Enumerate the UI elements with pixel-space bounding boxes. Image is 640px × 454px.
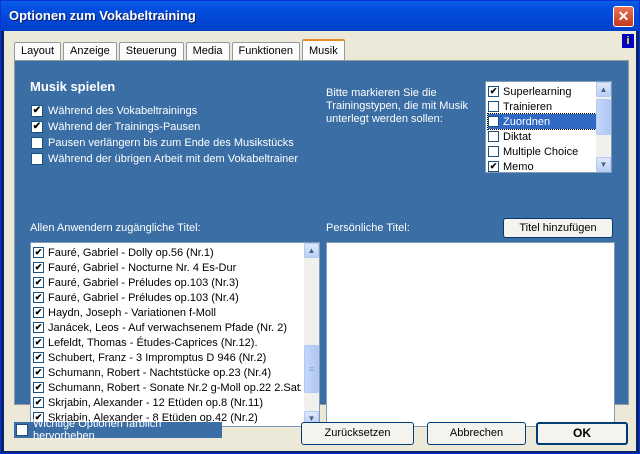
tab-steuerung[interactable]: Steuerung bbox=[118, 42, 184, 60]
cancel-button[interactable]: Abbrechen bbox=[427, 422, 526, 445]
training-types-scrollbar[interactable]: ▲ ▼ bbox=[596, 82, 611, 172]
checkbox[interactable] bbox=[488, 146, 499, 157]
title-label: Schubert, Franz - 3 Impromptus D 946 (Nr… bbox=[48, 351, 267, 364]
list-item[interactable]: ✔ Fauré, Gabriel - Préludes op.103 (Nr.4) bbox=[33, 290, 301, 305]
all-titles-label: Allen Anwendern zugängliche Titel: bbox=[30, 222, 201, 234]
option-label: Während der übrigen Arbeit mit dem Vokab… bbox=[48, 153, 299, 165]
option-label: Pausen verlängern bis zum Ende des Musik… bbox=[48, 137, 294, 149]
checkbox[interactable]: ✔ bbox=[33, 322, 44, 333]
list-item[interactable]: ✔ Janácek, Leos - Auf verwachsenem Pfade … bbox=[33, 320, 301, 335]
dialog-client-area: Layout Anzeige Steuerung Media Funktione… bbox=[4, 31, 636, 451]
title-label: Skrjabin, Alexander - 12 Etüden op.8 (Nr… bbox=[48, 396, 264, 409]
checkbox[interactable]: ✔ bbox=[33, 307, 44, 318]
tab-media[interactable]: Media bbox=[185, 42, 230, 60]
checkbox[interactable] bbox=[31, 137, 43, 149]
checkbox[interactable]: ✔ bbox=[33, 337, 44, 348]
checkbox[interactable]: ✔ bbox=[33, 397, 44, 408]
title-label: Fauré, Gabriel - Préludes op.103 (Nr.4) bbox=[48, 291, 239, 304]
list-item[interactable]: ✔ Fauré, Gabriel - Préludes op.103 (Nr.3) bbox=[33, 275, 301, 290]
checkbox[interactable]: ✔ bbox=[33, 277, 44, 288]
checkbox[interactable] bbox=[16, 424, 28, 436]
item-label: Superlearning bbox=[503, 85, 572, 98]
scroll-thumb[interactable]: ≡ bbox=[304, 345, 319, 393]
checkbox[interactable]: ✔ bbox=[31, 121, 43, 133]
checkbox[interactable]: ✔ bbox=[33, 352, 44, 363]
music-tab-panel: Musik spielen ✔ Während des Vokabeltrain… bbox=[14, 60, 629, 427]
tab-funktionen[interactable]: Funktionen bbox=[231, 42, 300, 60]
checkbox[interactable]: ✔ bbox=[33, 292, 44, 303]
scroll-down-button[interactable]: ▼ bbox=[596, 157, 611, 172]
title-label: Schumann, Robert - Sonate Nr.2 g-Moll op… bbox=[48, 381, 301, 394]
checkbox[interactable]: ✔ bbox=[33, 247, 44, 258]
tab-layout[interactable]: Layout bbox=[14, 42, 62, 60]
title-label: Fauré, Gabriel - Préludes op.103 (Nr.3) bbox=[48, 276, 239, 289]
option-label: Während der Trainings-Pausen bbox=[48, 121, 201, 133]
options-dialog: Optionen zum Vokabeltraining ✕ Layout An… bbox=[0, 0, 640, 454]
checkbox[interactable]: ✔ bbox=[488, 86, 499, 97]
item-label: Multiple Choice bbox=[503, 145, 579, 158]
highlight-options-toggle[interactable]: Wichtige Optionen farblich hervorheben bbox=[14, 418, 222, 442]
item-label: Diktat bbox=[503, 130, 532, 143]
option-label: Während des Vokabeltrainings bbox=[48, 105, 198, 117]
item-label: Memo bbox=[503, 160, 534, 173]
list-item[interactable]: ✔ Fauré, Gabriel - Dolly op.56 (Nr.1) bbox=[33, 245, 301, 260]
title-bar[interactable]: Optionen zum Vokabeltraining ✕ bbox=[1, 1, 639, 31]
info-icon[interactable]: i bbox=[622, 34, 634, 48]
highlight-options-label: Wichtige Optionen farblich hervorheben bbox=[33, 418, 162, 442]
scroll-up-button[interactable]: ▲ bbox=[304, 243, 319, 258]
tab-anzeige[interactable]: Anzeige bbox=[63, 42, 117, 60]
option-during-training[interactable]: ✔ Während des Vokabeltrainings bbox=[31, 104, 197, 118]
scroll-thumb[interactable] bbox=[596, 99, 611, 135]
checkbox[interactable]: ✔ bbox=[33, 367, 44, 378]
title-label: Fauré, Gabriel - Dolly op.56 (Nr.1) bbox=[48, 246, 214, 259]
checkbox[interactable]: ✔ bbox=[33, 262, 44, 273]
scroll-up-button[interactable]: ▲ bbox=[596, 82, 611, 97]
checkbox[interactable]: ✔ bbox=[488, 161, 499, 172]
personal-titles-label: Persönliche Titel: bbox=[326, 222, 410, 234]
list-item[interactable]: Zuordnen bbox=[487, 113, 597, 130]
checkbox[interactable] bbox=[31, 153, 43, 165]
personal-titles-list[interactable] bbox=[326, 242, 615, 427]
list-item[interactable]: Trainieren bbox=[488, 99, 596, 114]
list-item[interactable]: ✔ Fauré, Gabriel - Nocturne Nr. 4 Es-Dur bbox=[33, 260, 301, 275]
checkbox[interactable]: ✔ bbox=[33, 382, 44, 393]
tab-strip: Layout Anzeige Steuerung Media Funktione… bbox=[14, 39, 347, 60]
option-during-pauses[interactable]: ✔ Während der Trainings-Pausen bbox=[31, 120, 200, 134]
title-label: Lefeldt, Thomas - Études-Caprices (Nr.12… bbox=[48, 336, 258, 349]
ok-button[interactable]: OK bbox=[536, 422, 628, 445]
checkbox[interactable] bbox=[488, 131, 499, 142]
list-item[interactable]: ✔ Schumann, Robert - Sonate Nr.2 g-Moll o… bbox=[33, 380, 301, 395]
list-item[interactable]: Diktat bbox=[488, 129, 596, 144]
item-label: Trainieren bbox=[503, 100, 553, 113]
list-item[interactable]: ✔ Haydn, Joseph - Variationen f-Moll bbox=[33, 305, 301, 320]
list-item[interactable]: ✔ Schubert, Franz - 3 Impromptus D 946 (N… bbox=[33, 350, 301, 365]
training-types-hint: Bitte markieren Sie die Trainingstypen, … bbox=[326, 87, 469, 125]
title-label: Fauré, Gabriel - Nocturne Nr. 4 Es-Dur bbox=[48, 261, 237, 274]
list-item[interactable]: ✔ Superlearning bbox=[488, 84, 596, 99]
title-label: Janácek, Leos - Auf verwachsenem Pfade (… bbox=[48, 321, 288, 334]
all-titles-scrollbar[interactable]: ▲ ≡ ▼ bbox=[304, 243, 319, 426]
checkbox[interactable]: ✔ bbox=[31, 105, 43, 117]
all-titles-list[interactable]: ✔ Fauré, Gabriel - Dolly op.56 (Nr.1) ✔ Fa… bbox=[30, 242, 320, 427]
item-label: Zuordnen bbox=[503, 115, 551, 128]
music-heading: Musik spielen bbox=[30, 79, 116, 94]
list-item[interactable]: ✔ Lefeldt, Thomas - Études-Caprices (Nr.1… bbox=[33, 335, 301, 350]
reset-button[interactable]: Zurücksetzen bbox=[301, 422, 414, 445]
window-title: Optionen zum Vokabeltraining bbox=[9, 8, 196, 23]
checkbox[interactable] bbox=[488, 116, 499, 127]
list-item[interactable]: ✔ Schumann, Robert - Nachtstücke op.23 (N… bbox=[33, 365, 301, 380]
title-label: Haydn, Joseph - Variationen f-Moll bbox=[48, 306, 216, 319]
list-item[interactable]: ✔ Skrjabin, Alexander - 12 Etüden op.8 (N… bbox=[33, 395, 301, 410]
option-other-work[interactable]: Während der übrigen Arbeit mit dem Vokab… bbox=[31, 152, 298, 166]
tab-musik[interactable]: Musik bbox=[301, 39, 345, 60]
list-item[interactable]: ✔ Memo bbox=[488, 159, 596, 174]
close-button[interactable]: ✕ bbox=[613, 6, 634, 27]
training-types-list[interactable]: ✔ Superlearning Trainieren Zuordnen Dikt… bbox=[485, 81, 612, 173]
title-label: Schumann, Robert - Nachtstücke op.23 (Nr… bbox=[48, 366, 272, 379]
option-extend-pauses[interactable]: Pausen verlängern bis zum Ende des Musik… bbox=[31, 136, 294, 150]
add-title-button[interactable]: Titel hinzufügen bbox=[503, 218, 613, 238]
checkbox[interactable] bbox=[488, 101, 499, 112]
list-item[interactable]: Multiple Choice bbox=[488, 144, 596, 159]
